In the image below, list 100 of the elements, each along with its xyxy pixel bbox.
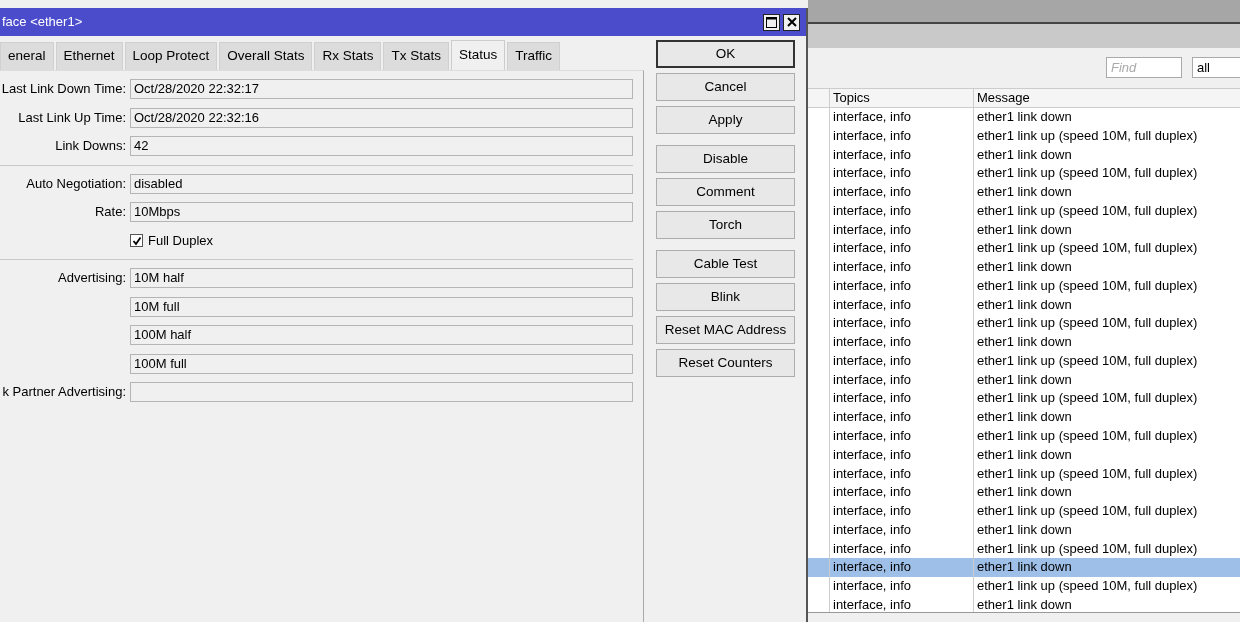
table-cell: interface, info (833, 390, 912, 406)
table-cell: interface, info (833, 559, 912, 575)
log-row[interactable]: interface, info ether1 link up (speed 10M, full duplex) (808, 201, 1240, 221)
log-row[interactable]: interface, info ether1 link down (808, 408, 1240, 427)
text-field[interactable]: 10Mbps (130, 202, 633, 222)
log-row[interactable]: interface, info ether1 link up (speed 10M, full duplex) (808, 351, 1240, 371)
field-label: k Partner Advertising: (2, 384, 126, 400)
table-cell: interface, info (833, 221, 912, 237)
log-row[interactable]: interface, info ether1 link down (808, 520, 1240, 540)
log-row[interactable]: interface, info ether1 link up (speed 10M, full duplex) (808, 126, 1240, 146)
log-row[interactable]: interface, info ether1 link up (speed 10M, full duplex) (808, 276, 1240, 296)
close-icon (786, 17, 797, 27)
button[interactable]: Comment (656, 178, 795, 206)
table-cell: ether1 link up (speed 10M, full duplex) (977, 165, 1198, 181)
log-row[interactable]: interface, info ether1 link up (speed 10M, full duplex) (808, 164, 1240, 184)
log-row[interactable]: interface, info ether1 link down (808, 183, 1240, 202)
button[interactable]: OK (656, 40, 795, 68)
text-field[interactable]: 100M half (130, 325, 633, 345)
table-cell: ether1 link up (speed 10M, full duplex) (977, 428, 1198, 443)
log-row[interactable]: interface, info ether1 link up (speed 10M, full duplex) (808, 427, 1240, 446)
log-row[interactable]: interface, info ether1 link down (808, 258, 1240, 277)
table-cell: ether1 link down (977, 221, 1072, 237)
checkbox[interactable] (130, 234, 143, 247)
table-cell: interface, info (833, 146, 912, 162)
tab[interactable]: Rx Stats (314, 42, 382, 70)
table-cell: ether1 link up (speed 10M, full duplex) (977, 390, 1198, 406)
log-row[interactable]: interface, info ether1 link up (speed 10M, full duplex) (808, 389, 1240, 409)
log-row[interactable]: interface, info ether1 link down (808, 220, 1240, 240)
column-header[interactable]: Message (974, 89, 1240, 107)
maximize-icon (765, 16, 777, 28)
log-row[interactable]: interface, info ether1 link up (speed 10M, full duplex) (808, 464, 1240, 484)
button[interactable]: Torch (656, 211, 795, 239)
button[interactable]: Apply (656, 106, 795, 134)
table-cell: interface, info (833, 109, 912, 124)
button[interactable]: Disable (656, 145, 795, 173)
log-row[interactable]: interface, info ether1 link up (speed 10M, full duplex) (808, 314, 1240, 334)
tab[interactable]: Loop Protect (124, 42, 218, 70)
log-row[interactable]: interface, info ether1 link down (808, 108, 1240, 127)
table-cell: interface, info (833, 409, 912, 425)
table-cell: ether1 link down (977, 409, 1072, 425)
table-cell: ether1 link down (977, 146, 1072, 162)
button[interactable]: Cable Test (656, 250, 795, 278)
table-cell: interface, info (833, 352, 912, 368)
find-field[interactable]: Find (1106, 56, 1182, 78)
text-field[interactable] (130, 382, 633, 402)
text-field[interactable]: 10M full (130, 296, 633, 317)
table-cell: interface, info (833, 503, 912, 519)
log-row[interactable]: interface, info ether1 link down (808, 295, 1240, 315)
table-cell: interface, info (833, 334, 912, 350)
field-label: Link Downs: (55, 138, 126, 154)
maximize-button[interactable] (762, 13, 780, 31)
button[interactable]: Reset Counters (656, 349, 795, 377)
table-cell: interface, info (833, 240, 912, 256)
button[interactable]: Blink (656, 283, 795, 311)
button[interactable]: Reset MAC Address (656, 316, 795, 344)
table-cell: ether1 link up (speed 10M, full duplex) (977, 503, 1198, 519)
tab[interactable]: Traffic (507, 42, 560, 70)
table-cell: interface, info (833, 296, 912, 312)
table-cell: ether1 link up (speed 10M, full duplex) (977, 315, 1198, 331)
text-field[interactable]: 10M half (130, 268, 633, 288)
close-button[interactable] (783, 13, 800, 31)
log-row[interactable]: interface, info ether1 link down (808, 333, 1240, 352)
table-cell: ether1 link down (977, 371, 1072, 387)
table-cell: ether1 link up (speed 10M, full duplex) (977, 127, 1198, 143)
log-row[interactable]: interface, info ether1 link down (808, 445, 1240, 465)
tab[interactable]: Tx Stats (383, 42, 449, 70)
field-label: Last Link Down Time: (1, 81, 126, 97)
log-row[interactable]: interface, info ether1 link down (808, 370, 1240, 390)
tab[interactable]: Overall Stats (219, 42, 313, 70)
table-cell: ether1 link down (977, 484, 1072, 500)
tab[interactable]: Status (450, 40, 506, 70)
button[interactable]: Cancel (656, 73, 795, 101)
table-cell: ether1 link down (977, 296, 1072, 312)
text-field[interactable]: Oct/28/2020 22:32:16 (130, 107, 633, 128)
log-row[interactable]: interface, info ether1 link down (808, 558, 1240, 578)
window-title: face <ether1> (2, 13, 83, 32)
table-cell: interface, info (833, 465, 912, 481)
text-field[interactable]: 42 (130, 136, 633, 156)
table-cell: interface, info (833, 165, 912, 181)
tab[interactable]: Ethernet (55, 42, 123, 70)
field-label: Advertising: (58, 270, 126, 286)
table-cell: interface, info (833, 277, 912, 293)
column-header[interactable]: Topics (830, 89, 974, 107)
field-label: Last Link Up Time: (18, 109, 126, 125)
text-field[interactable]: Oct/28/2020 22:32:17 (130, 79, 633, 99)
table-cell: ether1 link up (speed 10M, full duplex) (977, 578, 1198, 594)
tab[interactable]: eneral (0, 42, 54, 70)
log-row[interactable]: interface, info ether1 link down (808, 145, 1240, 165)
table-cell: ether1 link down (977, 596, 1072, 612)
table-cell: ether1 link down (977, 559, 1072, 575)
text-field[interactable]: disabled (130, 173, 633, 194)
table-cell: ether1 link down (977, 521, 1072, 537)
filter-dropdown[interactable]: all (1192, 56, 1240, 78)
log-row[interactable]: interface, info ether1 link down (808, 483, 1240, 503)
log-row[interactable]: interface, info ether1 link up (speed 10M, full duplex) (808, 502, 1240, 521)
table-cell: interface, info (833, 540, 912, 556)
log-row[interactable]: interface, info ether1 link up (speed 10M, full duplex) (808, 577, 1240, 596)
table-cell: interface, info (833, 484, 912, 500)
log-row[interactable]: interface, info ether1 link up (speed 10M, full duplex) (808, 239, 1240, 259)
text-field[interactable]: 100M full (130, 353, 633, 374)
